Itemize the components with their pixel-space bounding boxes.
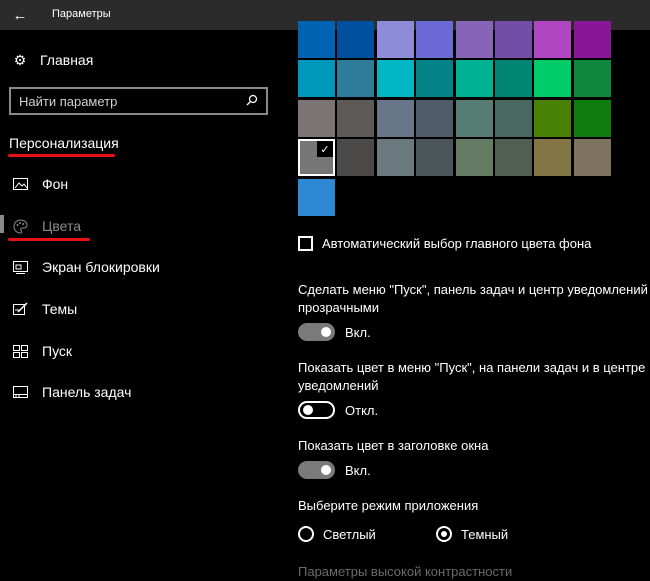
color-swatch[interactable] [416,139,453,176]
auto-color-option[interactable]: Автоматический выбор главного цвета фона [298,236,591,251]
color-swatch[interactable] [416,21,453,58]
color-swatch[interactable] [377,60,414,97]
taskbar-icon [12,386,28,398]
sidebar-item-label: Цвета [42,218,81,234]
sidebar-item-lock-screen[interactable]: Экран блокировки [12,256,160,278]
search-box [9,87,268,115]
sidebar-item-label: Панель задач [42,384,132,400]
show-color-title-toggle[interactable] [298,461,335,479]
sidebar-home[interactable]: ⚙ Главная [12,50,94,70]
color-swatch[interactable] [495,100,532,137]
show-color-title-toggle-row: Вкл. [298,461,371,479]
transparency-toggle[interactable] [298,323,335,341]
colors-panel: ✓ Автоматический выбор главного цвета фо… [298,21,650,581]
mode-light-label: Светлый [323,526,376,542]
mode-light-radio[interactable] [298,526,314,542]
back-arrow-icon: ← [12,6,28,24]
color-swatch[interactable] [377,100,414,137]
color-swatch[interactable] [298,100,335,137]
color-swatch[interactable] [495,21,532,58]
sidebar-item-label: Пуск [42,343,73,359]
sidebar: ⚙ Главная Персонализация Фон Цвета Экран… [0,30,280,581]
color-swatch[interactable] [534,60,571,97]
lock-screen-icon [12,260,28,274]
gear-icon: ⚙ [13,51,27,68]
show-color-title-label: Показать цвет в заголовке окна [298,438,489,453]
sidebar-item-start[interactable]: Пуск [12,340,72,362]
color-swatch[interactable] [337,139,374,176]
color-swatch[interactable] [456,139,493,176]
mode-dark-label: Темный [461,526,509,542]
color-swatch[interactable] [337,60,374,97]
auto-color-label: Автоматический выбор главного цвета фона [322,236,592,251]
checkmark-icon: ✓ [317,141,333,157]
color-swatch[interactable] [337,100,374,137]
sidebar-item-background[interactable]: Фон [12,173,68,195]
show-color-start-state: Откл. [345,402,379,418]
transparency-state: Вкл. [345,324,371,340]
active-indicator [0,215,4,233]
color-swatch[interactable] [337,21,374,58]
color-swatch[interactable]: ✓ [298,139,335,176]
high-contrast-link[interactable]: Параметры высокой контрастности [298,564,512,579]
show-color-title-state: Вкл. [345,462,371,478]
annotation-underline [8,154,115,157]
mode-light-option[interactable]: Светлый [298,526,376,542]
show-color-start-label: Показать цвет в меню "Пуск", на панели з… [298,360,646,393]
color-swatch[interactable] [574,21,611,58]
color-swatch[interactable] [456,60,493,97]
color-swatch[interactable] [416,100,453,137]
color-swatch[interactable] [298,21,335,58]
image-icon [12,178,28,190]
mode-dark-option[interactable]: Темный [436,526,508,542]
toggle-knob [303,405,313,415]
transparency-label: Сделать меню "Пуск", панель задач и цент… [298,282,648,315]
window-title: Параметры [52,8,111,20]
search-icon[interactable] [244,91,260,109]
sidebar-item-themes[interactable]: Темы [12,298,77,320]
annotation-underline [8,238,90,241]
sidebar-item-taskbar[interactable]: Панель задач [12,381,131,403]
palette-icon [12,218,28,234]
color-swatch[interactable] [416,60,453,97]
themes-icon [12,302,28,316]
mode-dark-radio[interactable] [436,526,452,542]
section-title-personalization: Персонализация [9,135,119,151]
search-input[interactable] [19,92,239,110]
color-swatch[interactable] [534,139,571,176]
color-swatch[interactable] [456,21,493,58]
transparency-toggle-row: Вкл. [298,323,371,341]
home-label: Главная [40,52,94,68]
color-swatch[interactable] [495,139,532,176]
show-color-start-toggle-row: Откл. [298,401,378,419]
color-swatch[interactable] [456,100,493,137]
toggle-knob [321,327,331,337]
color-swatch[interactable] [377,139,414,176]
start-icon [12,344,28,358]
sidebar-item-colors[interactable]: Цвета [12,215,81,237]
color-swatch[interactable] [574,100,611,137]
color-swatch[interactable] [298,60,335,97]
sidebar-item-label: Экран блокировки [42,259,160,275]
color-swatch[interactable] [574,60,611,97]
back-button[interactable]: ← [0,0,40,30]
color-swatch[interactable] [534,100,571,137]
color-swatch[interactable] [298,179,335,216]
color-swatch[interactable] [495,60,532,97]
color-swatch[interactable] [574,139,611,176]
show-color-start-toggle[interactable] [298,401,335,419]
auto-color-checkbox[interactable] [298,236,313,251]
sidebar-item-label: Темы [42,301,78,317]
color-swatch[interactable] [534,21,571,58]
sidebar-item-label: Фон [42,176,69,192]
radio-dot [441,531,447,537]
toggle-knob [321,465,331,475]
app-mode-label: Выберите режим приложения [298,498,479,513]
color-swatch[interactable] [377,21,414,58]
